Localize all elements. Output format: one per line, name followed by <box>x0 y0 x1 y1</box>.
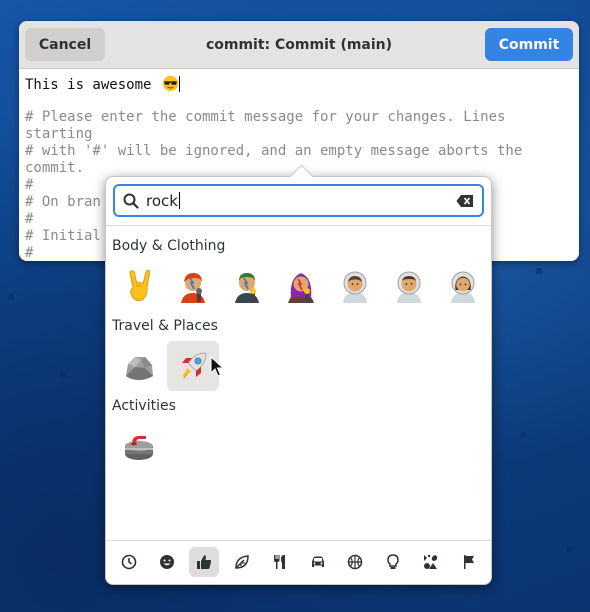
woman-astronaut-emoji[interactable] <box>437 261 489 311</box>
recent-category-tab[interactable] <box>114 547 144 577</box>
man-singer-emoji[interactable] <box>221 261 273 311</box>
rock-emoji[interactable] <box>113 341 165 391</box>
clear-search-icon[interactable] <box>456 194 474 208</box>
food-category-tab[interactable] <box>265 547 295 577</box>
symbols-category-tab[interactable] <box>416 547 446 577</box>
cancel-button[interactable]: Cancel <box>25 28 105 61</box>
flags-icon <box>464 555 474 569</box>
astronaut-emoji[interactable] <box>329 261 381 311</box>
emoji-chooser-popover: rock Body & Clothing Travel & Places Act… <box>105 164 492 585</box>
objects-icon <box>387 554 399 569</box>
curling-stone-emoji[interactable] <box>113 421 165 471</box>
message-line: This is awesome <box>25 75 573 93</box>
section-label-body-clothing: Body & Clothing <box>112 238 226 254</box>
section-label-travel-places: Travel & Places <box>112 318 218 334</box>
search-value: rock <box>146 191 178 210</box>
mouse-pointer-icon <box>210 356 224 377</box>
search-caret <box>178 192 180 209</box>
symbols-icon <box>424 555 438 569</box>
search-icon <box>123 193 139 209</box>
food-icon <box>274 555 285 569</box>
body-category-tab[interactable] <box>189 547 219 577</box>
travel-category-tab[interactable] <box>303 547 333 577</box>
emoji-search-input[interactable]: rock <box>113 184 484 217</box>
text-caret <box>178 76 180 92</box>
nature-category-tab[interactable] <box>227 547 257 577</box>
travel-icon <box>312 556 324 567</box>
activities-icon <box>347 554 363 570</box>
woman-singer-emoji[interactable] <box>275 261 327 311</box>
comment-line: # Please enter the commit message for yo… <box>25 109 514 142</box>
smileys-icon <box>160 555 174 569</box>
commit-button[interactable]: Commit <box>485 28 573 61</box>
section-label-activities: Activities <box>112 398 176 414</box>
smileys-category-tab[interactable] <box>152 547 182 577</box>
nature-icon <box>235 555 249 569</box>
singer-emoji[interactable] <box>167 261 219 311</box>
message-text: This is awesome <box>25 77 160 93</box>
sunglasses-emoji-icon <box>162 75 179 92</box>
recent-icon <box>121 554 137 570</box>
sign-of-the-horns-emoji[interactable] <box>113 261 165 311</box>
man-astronaut-emoji[interactable] <box>383 261 435 311</box>
flags-category-tab[interactable] <box>454 547 484 577</box>
search-separator <box>106 225 491 226</box>
objects-category-tab[interactable] <box>378 547 408 577</box>
header-bar: commit: Commit (main) Cancel Commit <box>19 21 579 69</box>
body-icon <box>197 555 212 569</box>
activities-category-tab[interactable] <box>340 547 370 577</box>
emoji-category-bar <box>106 540 491 584</box>
